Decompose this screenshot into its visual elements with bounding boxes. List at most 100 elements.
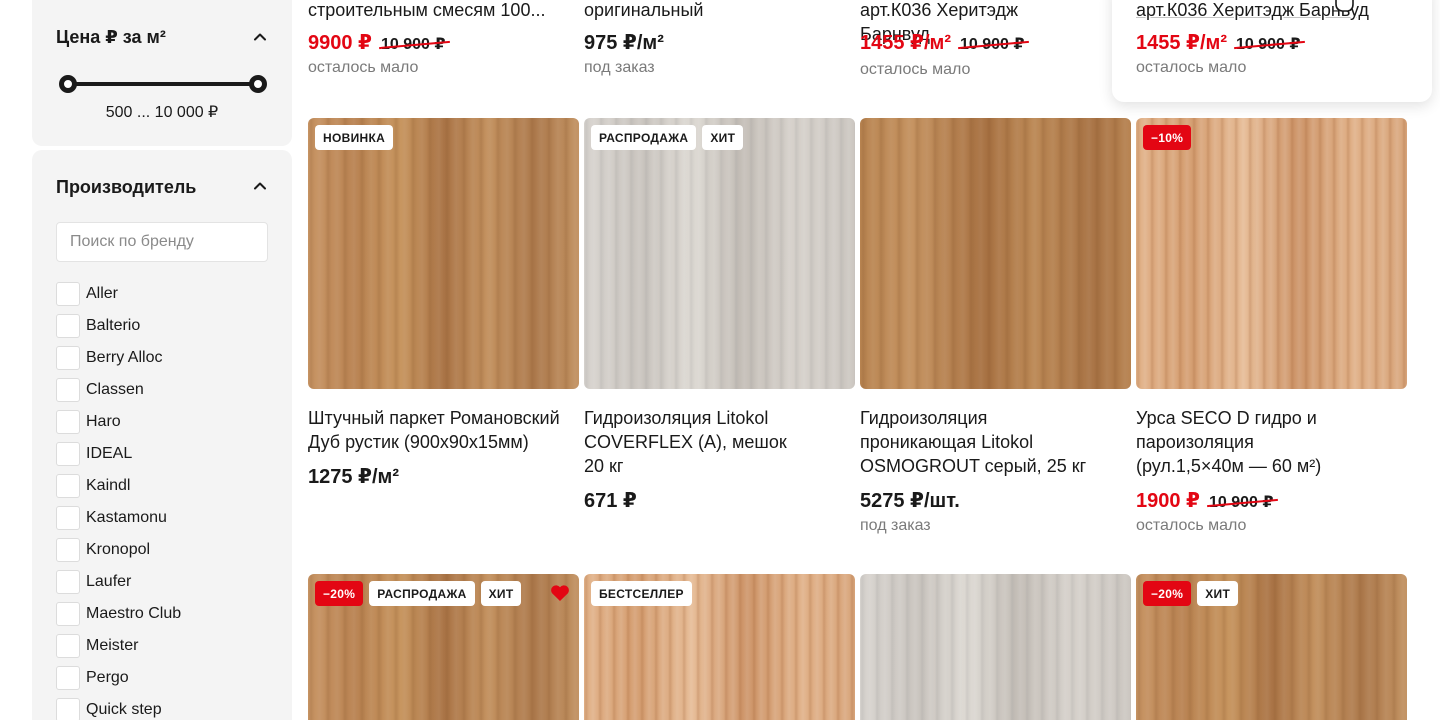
brand-checkbox[interactable] (56, 282, 80, 306)
product-image[interactable]: РАСПРОДАЖА ХИТ (584, 118, 855, 389)
product-card-1[interactable]: Штучный паркет Романовский Дуб рустик (9… (308, 406, 579, 489)
brand-search-input[interactable] (56, 222, 268, 262)
product-badges: −20% ХИТ (1143, 581, 1239, 606)
brand-item-kastamonu[interactable]: Kastamonu (56, 502, 181, 534)
brand-item-kaindl[interactable]: Kaindl (56, 470, 181, 502)
badge-hit: ХИТ (1197, 581, 1239, 606)
chevron-up-icon[interactable] (252, 178, 268, 194)
brand-checkbox[interactable] (56, 378, 80, 402)
badge-discount: −20% (1143, 581, 1192, 606)
product-image[interactable]: −20% РАСПРОДАЖА ХИТ (308, 574, 579, 720)
brand-filter-title: Производитель (56, 177, 197, 197)
brand-item-laufer[interactable]: Laufer (56, 566, 181, 598)
product-stock-status: под заказ (584, 59, 655, 76)
chevron-up-icon[interactable] (252, 29, 268, 45)
price-range-label: 500 ... 10 000 ₽ (105, 104, 219, 121)
product-badges: −10% (1143, 125, 1192, 150)
badge-hit: ХИТ (480, 581, 522, 606)
product-title[interactable]: оригинальный (584, 0, 844, 22)
badge-discount: −10% (1143, 125, 1192, 150)
brand-list: Aller Balterio Berry Alloc Classen Haro … (56, 278, 181, 720)
brand-checkbox[interactable] (56, 442, 80, 466)
product-card-top-4[interactable]: арт.К036 Херитэдж Барнвуд 1455 ₽/м² 10 9… (1136, 0, 1416, 77)
brand-checkbox[interactable] (56, 314, 80, 338)
brand-label: Balterio (86, 317, 141, 334)
product-title[interactable]: Урса SECO D гидро и пароизоляция (рул.1,… (1136, 406, 1366, 478)
price-filter-title: Цена ₽ за м² (56, 27, 166, 47)
price-filter-panel: Цена ₽ за м² 500 ... 10 000 ₽ (32, 0, 292, 146)
product-card-2[interactable]: Гидроизоляция Litokol COVERFLEX (A), меш… (584, 406, 855, 513)
brand-filter-panel: Производитель Aller Balterio Berry Alloc… (32, 150, 292, 720)
brand-checkbox[interactable] (56, 346, 80, 370)
product-old-price: 10 900 ₽ (959, 36, 1025, 53)
brand-checkbox[interactable] (56, 602, 80, 626)
brand-label: Kronopol (86, 541, 151, 558)
product-title[interactable]: арт.К036 Херитэдж Барнвуд (1136, 0, 1416, 22)
product-badges: РАСПРОДАЖА ХИТ (591, 125, 744, 150)
product-old-price: 10 900 ₽ (1235, 36, 1301, 53)
product-image[interactable]: НОВИНКА (308, 118, 579, 389)
brand-label: Kastamonu (86, 509, 167, 526)
brand-checkbox[interactable] (56, 698, 80, 720)
product-card-4[interactable]: Урса SECO D гидро и пароизоляция (рул.1,… (1136, 406, 1407, 535)
brand-checkbox[interactable] (56, 410, 80, 434)
product-card-3[interactable]: Гидроизоляция проникающая Litokol OSMOGR… (860, 406, 1131, 535)
brand-item-balterio[interactable]: Balterio (56, 310, 181, 342)
brand-item-maestro-club[interactable]: Maestro Club (56, 598, 181, 630)
product-price: 5275 ₽/шт. (860, 490, 960, 512)
brand-label: Meister (86, 637, 139, 654)
product-image[interactable]: −10% (1136, 118, 1407, 389)
brand-item-berry-alloc[interactable]: Berry Alloc (56, 342, 181, 374)
brand-checkbox[interactable] (56, 570, 80, 594)
product-old-price: 10 900 ₽ (1208, 494, 1274, 511)
product-price: 1455 ₽/м² (1136, 32, 1227, 54)
brand-checkbox[interactable] (56, 506, 80, 530)
product-card-top-1[interactable]: строительным смесям 100... 9900 ₽ 10 900… (308, 0, 568, 77)
brand-item-pergo[interactable]: Pergo (56, 662, 181, 694)
product-image[interactable]: БЕСТСЕЛЛЕР (584, 574, 855, 720)
brand-checkbox[interactable] (56, 634, 80, 658)
brand-label: Kaindl (86, 477, 131, 494)
brand-item-aller[interactable]: Aller (56, 278, 181, 310)
product-badges: НОВИНКА (315, 125, 394, 150)
price-max-handle[interactable] (249, 75, 267, 93)
product-old-price: 10 900 ₽ (380, 36, 446, 53)
brand-checkbox[interactable] (56, 666, 80, 690)
favorite-heart-icon[interactable] (550, 584, 570, 602)
product-stock-status: осталось мало (1136, 59, 1247, 76)
product-title[interactable]: Штучный паркет Романовский Дуб рустик (9… (308, 406, 579, 454)
brand-label: Quick step (86, 701, 162, 718)
product-stock-status: осталось мало (1136, 517, 1247, 534)
product-price: 9900 ₽ (308, 32, 372, 54)
price-min-handle[interactable] (59, 75, 77, 93)
product-card-top-2[interactable]: оригинальный 975 ₽/м² под заказ (584, 0, 844, 77)
product-price: 975 ₽/м² (584, 32, 664, 54)
brand-checkbox[interactable] (56, 538, 80, 562)
brand-item-haro[interactable]: Haro (56, 406, 181, 438)
brand-label: IDEAL (86, 445, 133, 462)
brand-item-ideal[interactable]: IDEAL (56, 438, 181, 470)
product-title[interactable]: арт.К036 Херитэдж Барнвуд (860, 0, 1060, 44)
brand-label: Berry Alloc (86, 349, 163, 366)
product-image[interactable]: −20% ХИТ (1136, 574, 1407, 720)
product-card-top-3[interactable]: арт.К036 Херитэдж Барнвуд 1455 ₽/м² 10 9… (860, 0, 1060, 79)
badge-sale: РАСПРОДАЖА (369, 581, 475, 606)
product-title[interactable]: строительным смесям 100... (308, 0, 568, 22)
brand-label: Haro (86, 413, 121, 430)
product-image[interactable] (860, 118, 1131, 389)
brand-item-meister[interactable]: Meister (56, 630, 181, 662)
product-title[interactable]: Гидроизоляция Litokol COVERFLEX (A), меш… (584, 406, 804, 478)
brand-item-kronopol[interactable]: Kronopol (56, 534, 181, 566)
badge-hit: ХИТ (702, 125, 744, 150)
badge-sale: РАСПРОДАЖА (591, 125, 697, 150)
product-title[interactable]: Гидроизоляция проникающая Litokol OSMOGR… (860, 406, 1100, 478)
brand-label: Classen (86, 381, 144, 398)
product-image[interactable] (860, 574, 1131, 720)
brand-checkbox[interactable] (56, 474, 80, 498)
product-badges: −20% РАСПРОДАЖА ХИТ (315, 581, 522, 606)
brand-item-quick-step[interactable]: Quick step (56, 694, 181, 720)
brand-label: Maestro Club (86, 605, 182, 622)
badge-bestseller: БЕСТСЕЛЛЕР (591, 581, 692, 606)
brand-item-classen[interactable]: Classen (56, 374, 181, 406)
price-range-slider[interactable] (59, 75, 267, 93)
